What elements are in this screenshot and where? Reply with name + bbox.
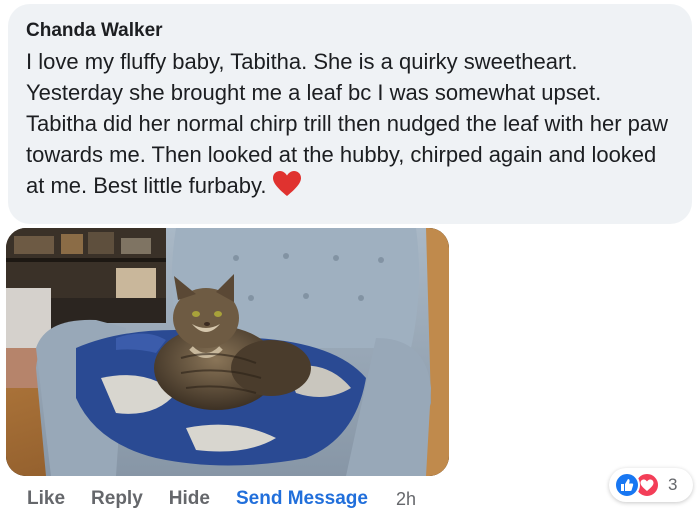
reaction-count: 3	[668, 475, 678, 494]
cat-on-armchair-image	[6, 228, 449, 476]
reactions-summary[interactable]: 3	[609, 468, 693, 502]
comment-actions: Like Reply Hide Send Message 2h	[27, 486, 416, 512]
like-icon	[614, 472, 640, 498]
like-button[interactable]: Like	[27, 488, 65, 510]
comment-text: I love my fluffy baby, Tabitha. She is a…	[26, 46, 672, 206]
comment-bubble: Chanda Walker I love my fluffy baby, Tab…	[8, 4, 692, 224]
heart-emoji-icon	[272, 170, 302, 206]
comment-photo[interactable]	[6, 228, 449, 476]
comment-body: I love my fluffy baby, Tabitha. She is a…	[26, 49, 669, 198]
comment-timestamp[interactable]: 2h	[396, 489, 416, 510]
hide-button[interactable]: Hide	[169, 488, 210, 510]
send-message-button[interactable]: Send Message	[236, 488, 368, 510]
comment-author[interactable]: Chanda Walker	[26, 18, 672, 44]
reply-button[interactable]: Reply	[91, 488, 143, 510]
